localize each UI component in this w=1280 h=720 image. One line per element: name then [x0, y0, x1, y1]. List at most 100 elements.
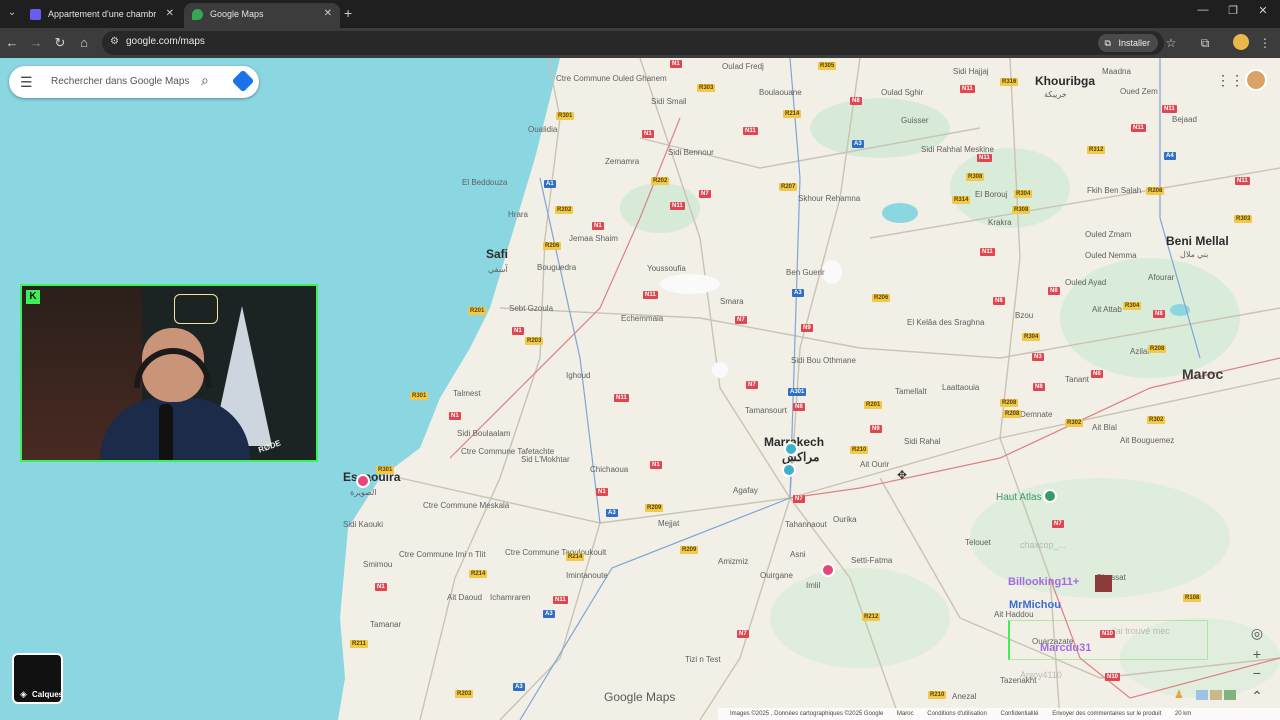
- place-label[interactable]: Essaouira: [343, 471, 400, 483]
- extensions-icon[interactable]: ⧉: [1196, 34, 1214, 52]
- place-label[interactable]: بني ملال: [1180, 250, 1208, 259]
- place-label[interactable]: Bzou: [1015, 311, 1033, 320]
- tab-apartment[interactable]: Appartement d'une chambre s ✕: [22, 3, 182, 28]
- place-label[interactable]: Oulad Fredj: [722, 62, 764, 71]
- reload-icon[interactable]: ↻: [51, 34, 69, 52]
- place-label[interactable]: Oulad Sghir: [881, 88, 923, 97]
- place-label[interactable]: Ichamraren: [490, 593, 530, 602]
- place-label[interactable]: Ctre Commune Meskala: [423, 501, 509, 510]
- place-label[interactable]: Talmest: [453, 389, 481, 398]
- transit-pin-icon[interactable]: [782, 463, 796, 477]
- place-label[interactable]: Sid L'Mokhtar: [521, 455, 570, 464]
- place-label[interactable]: Tamellalt: [895, 387, 927, 396]
- place-label[interactable]: Bouguedra: [537, 263, 576, 272]
- pegman-icon[interactable]: ♟: [1174, 688, 1184, 701]
- place-label[interactable]: Telouet: [965, 538, 991, 547]
- place-label[interactable]: El Kelâa des Sraghna: [907, 318, 984, 327]
- place-label[interactable]: Ait Ourir: [860, 460, 889, 469]
- more-icon[interactable]: ⋮: [1256, 34, 1274, 52]
- place-label[interactable]: Krakra: [988, 218, 1012, 227]
- place-label[interactable]: Echemmaia: [621, 314, 663, 323]
- place-label[interactable]: Sidi Kaouki: [343, 520, 383, 529]
- place-label[interactable]: Tizi n Test: [685, 655, 721, 664]
- place-label[interactable]: Sidi Smail: [651, 97, 687, 106]
- place-label[interactable]: Imintanoute: [566, 571, 608, 580]
- place-label[interactable]: Asni: [790, 550, 806, 559]
- place-label[interactable]: Mejjat: [658, 519, 679, 528]
- place-label[interactable]: Azilal: [1130, 347, 1149, 356]
- place-label[interactable]: Guisser: [901, 116, 929, 125]
- directions-icon[interactable]: [231, 69, 255, 93]
- place-label[interactable]: Khouribga: [1035, 75, 1095, 87]
- minimize-icon[interactable]: —: [1193, 4, 1213, 16]
- account-avatar[interactable]: [1245, 69, 1267, 91]
- zoom-in-icon[interactable]: +: [1247, 644, 1267, 664]
- place-label[interactable]: Ctre Commune Taouloukoult: [505, 548, 606, 557]
- place-label[interactable]: Ourika: [833, 515, 857, 524]
- search-input[interactable]: Rechercher dans Google Maps: [51, 76, 189, 87]
- place-label[interactable]: Ait Daoud: [447, 593, 482, 602]
- imagery-thumb[interactable]: [1224, 690, 1236, 700]
- place-label[interactable]: Sebt Gzoula: [509, 304, 553, 313]
- imagery-thumb[interactable]: [1210, 690, 1222, 700]
- apps-grid-icon[interactable]: ⋮⋮: [1216, 72, 1244, 89]
- place-label[interactable]: Skhour Rehamna: [798, 194, 860, 203]
- place-label[interactable]: Safi: [486, 248, 508, 260]
- place-label[interactable]: Ighoud: [566, 371, 590, 380]
- place-label[interactable]: Ait Blal: [1092, 423, 1117, 432]
- place-label[interactable]: Sidi Bou Othmane: [791, 356, 856, 365]
- install-button[interactable]: ⧉ Installer: [1098, 34, 1158, 52]
- place-label[interactable]: Smimou: [363, 560, 392, 569]
- place-label[interactable]: Demnate: [1020, 410, 1052, 419]
- back-icon[interactable]: ←: [3, 34, 21, 52]
- place-label[interactable]: Imlil: [806, 581, 820, 590]
- place-label[interactable]: Sidi Boulaalam: [457, 429, 510, 438]
- place-label[interactable]: Jemaa Shaim: [569, 234, 618, 243]
- place-label[interactable]: Haut Atlas: [996, 493, 1042, 503]
- place-label[interactable]: El Beddouza: [462, 178, 507, 187]
- zoom-out-icon[interactable]: −: [1247, 663, 1267, 683]
- place-label[interactable]: Sidi Bennour: [668, 148, 714, 157]
- place-label[interactable]: Fkih Ben Salah: [1087, 186, 1141, 195]
- place-label[interactable]: Chichaoua: [590, 465, 628, 474]
- place-label[interactable]: Ait Attab: [1092, 305, 1122, 314]
- place-label[interactable]: Tamanar: [370, 620, 401, 629]
- place-label[interactable]: خريبكة: [1044, 90, 1067, 99]
- place-label[interactable]: Ctre Commune Imi n Tlit: [399, 550, 486, 559]
- footer-terms[interactable]: Conditions d'utilisation: [927, 711, 987, 717]
- place-label[interactable]: Hrara: [508, 210, 528, 219]
- place-label[interactable]: Oualidia: [528, 125, 557, 134]
- place-label[interactable]: Laattaouia: [942, 383, 979, 392]
- search-icon[interactable]: ⌕: [201, 72, 209, 89]
- home-icon[interactable]: ⌂: [75, 34, 93, 52]
- place-label[interactable]: Ouirgane: [760, 571, 793, 580]
- menu-icon[interactable]: ☰: [20, 73, 34, 91]
- expand-icon[interactable]: ⌃: [1247, 686, 1267, 706]
- close-window-icon[interactable]: ✕: [1253, 4, 1273, 17]
- place-label[interactable]: Afourar: [1148, 273, 1174, 282]
- address-bar[interactable]: ⚙ google.com/maps ⧉ Installer: [102, 31, 1164, 55]
- place-label[interactable]: Youssoufia: [647, 264, 686, 273]
- place-label[interactable]: Beni Mellal: [1166, 235, 1229, 247]
- layers-button[interactable]: ◈ Calques: [12, 653, 63, 704]
- place-label[interactable]: Amizmiz: [718, 557, 748, 566]
- place-label[interactable]: Oued Zem: [1120, 87, 1158, 96]
- footer-privacy[interactable]: Confidentialité: [1000, 711, 1038, 717]
- place-label[interactable]: Ctre Commune Ouled Ghanem: [556, 74, 667, 83]
- place-label[interactable]: Ait Haddou: [994, 610, 1034, 619]
- place-label[interactable]: Boulaouane: [759, 88, 802, 97]
- footer-feedback[interactable]: Envoyer des commentaires sur le produit: [1052, 711, 1161, 717]
- site-info-icon[interactable]: ⚙: [110, 36, 119, 47]
- tab-google-maps[interactable]: Google Maps ✕: [184, 3, 340, 28]
- place-label[interactable]: Maadna: [1102, 67, 1131, 76]
- place-label[interactable]: Smara: [720, 297, 744, 306]
- tab-search-icon[interactable]: ⌄: [4, 5, 20, 21]
- place-label[interactable]: Ouled Zmam: [1085, 230, 1131, 239]
- forward-icon[interactable]: →: [27, 34, 45, 52]
- close-tab-icon[interactable]: ✕: [166, 3, 174, 25]
- place-label[interactable]: Bejaad: [1172, 115, 1197, 124]
- place-label[interactable]: Ouled Ayad: [1065, 278, 1106, 287]
- place-label[interactable]: Agafay: [733, 486, 758, 495]
- favorite-pin-icon[interactable]: [821, 563, 835, 577]
- close-tab-icon[interactable]: ✕: [324, 3, 332, 25]
